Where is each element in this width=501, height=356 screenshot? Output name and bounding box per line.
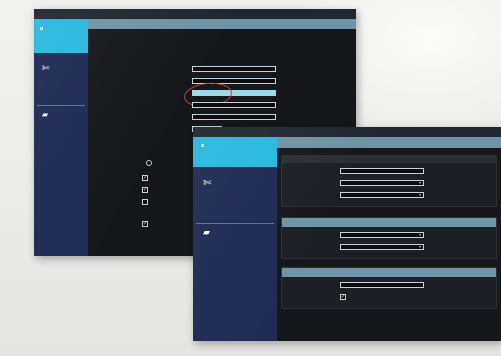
back-page-title xyxy=(96,21,140,26)
back-sidebar-heading-2 xyxy=(54,112,84,117)
front-brand-block xyxy=(193,137,277,167)
back-radio-button[interactable] xyxy=(146,160,152,166)
front-sidebar-link[interactable] xyxy=(203,211,257,215)
front-sidebar-link[interactable] xyxy=(203,199,261,203)
front-form-label xyxy=(290,181,326,186)
back-checkbox-label xyxy=(152,176,196,181)
front-section-3-head xyxy=(282,268,496,277)
front-page-bar xyxy=(277,137,501,148)
front-top-bar xyxy=(193,127,501,137)
checkmark-icon: ✓ xyxy=(143,221,148,227)
front-form-label xyxy=(290,233,326,238)
front-section-1-head xyxy=(282,156,496,163)
back-form-label xyxy=(130,127,174,132)
front-section-2-head xyxy=(282,218,496,227)
back-sidebar-link[interactable] xyxy=(42,90,82,94)
back-sidebar-link[interactable] xyxy=(42,129,82,133)
front-sidebar-heading-1 xyxy=(217,181,257,186)
back-form-label xyxy=(130,91,174,96)
front-sidebar-link[interactable] xyxy=(203,193,267,197)
brand-logo-icon xyxy=(40,27,43,30)
front-sidebar-divider xyxy=(196,223,274,224)
front-section-1: ▾ ▾ xyxy=(281,155,497,207)
back-form-label xyxy=(130,67,174,72)
back-sidebar-link[interactable] xyxy=(42,78,84,82)
user-icon: ▰ xyxy=(42,110,49,119)
back-brand-title xyxy=(47,25,83,30)
front-section-2-title xyxy=(287,220,327,225)
back-checkbox[interactable]: ✓ xyxy=(142,187,148,193)
front-sidebar-link[interactable] xyxy=(203,205,255,209)
back-radio-label xyxy=(156,161,190,166)
front-sidebar-link[interactable] xyxy=(203,255,233,259)
front-sidebar-link[interactable] xyxy=(203,249,263,253)
checkmark-icon: ✓ xyxy=(143,175,148,181)
back-tab-1[interactable] xyxy=(134,11,172,17)
back-sidebar-divider xyxy=(37,105,85,106)
back-form-label xyxy=(130,150,170,155)
back-sidebar-link[interactable] xyxy=(42,135,78,139)
tools-icon: ✄ xyxy=(42,64,50,74)
back-checkbox[interactable]: ✓ xyxy=(142,175,148,181)
back-sidebar-link[interactable] xyxy=(42,123,84,127)
back-form-label xyxy=(130,103,174,108)
back-sidebar: ✄ ▰ xyxy=(34,19,88,256)
chevron-down-icon: ▾ xyxy=(418,180,421,185)
back-form-label xyxy=(130,115,174,120)
front-select[interactable]: ▾ xyxy=(340,192,424,198)
front-text-field[interactable] xyxy=(340,282,424,288)
back-sidebar-link[interactable] xyxy=(42,84,82,88)
front-checkbox[interactable]: ✓ xyxy=(340,294,346,300)
back-checkbox[interactable] xyxy=(142,199,148,205)
back-tab-2[interactable] xyxy=(186,11,220,17)
back-brand-block xyxy=(34,19,88,53)
tools-icon: ✄ xyxy=(203,178,212,189)
back-checkbox[interactable]: ✓ xyxy=(142,221,148,227)
back-form-label xyxy=(130,139,170,144)
front-tab-3[interactable] xyxy=(393,129,431,135)
back-tab-3[interactable] xyxy=(230,11,264,17)
back-form-label xyxy=(130,79,174,84)
back-checkbox-label xyxy=(152,200,196,205)
front-select[interactable]: ▾ xyxy=(340,244,424,250)
front-form-label xyxy=(290,283,326,288)
back-top-bar xyxy=(34,9,356,19)
front-sidebar: ✄ ▰ xyxy=(193,137,277,341)
front-section-3: ✓ xyxy=(281,267,497,309)
front-tab-2[interactable] xyxy=(341,129,375,135)
front-form-label xyxy=(290,245,326,250)
chevron-down-icon: ▾ xyxy=(418,192,421,197)
user-icon: ▰ xyxy=(203,228,210,238)
back-text-field[interactable] xyxy=(192,102,276,108)
front-form-label xyxy=(290,169,326,174)
front-screen: ✄ ▰ ▾ ▾ ▾ ▾ ✓ xyxy=(193,127,501,341)
back-checkbox-label xyxy=(152,188,196,193)
back-tab-4[interactable] xyxy=(274,11,316,17)
brand-logo-icon xyxy=(201,144,204,147)
checkmark-icon: ✓ xyxy=(341,294,346,300)
front-page-title xyxy=(285,139,325,144)
back-text-field[interactable] xyxy=(192,114,276,120)
back-text-field[interactable] xyxy=(192,66,276,72)
chevron-down-icon: ▾ xyxy=(418,232,421,237)
front-form-label xyxy=(290,193,326,198)
checkmark-icon: ✓ xyxy=(143,187,148,193)
front-select[interactable]: ▾ xyxy=(340,180,424,186)
back-brand-subtitle xyxy=(39,35,83,40)
front-main: ▾ ▾ ▾ ▾ ✓ xyxy=(277,137,501,341)
front-brand-subtitle xyxy=(201,151,265,156)
front-sidebar-link[interactable] xyxy=(203,243,267,247)
back-sidebar-heading-1 xyxy=(54,66,84,71)
front-select[interactable]: ▾ xyxy=(340,232,424,238)
front-sidebar-heading-2 xyxy=(217,231,257,236)
front-tab-1[interactable] xyxy=(289,129,323,135)
front-section-3-title xyxy=(287,270,327,275)
front-section-2: ▾ ▾ xyxy=(281,217,497,259)
back-page-bar xyxy=(88,19,356,29)
front-checkbox-label xyxy=(290,295,326,300)
chevron-down-icon: ▾ xyxy=(418,244,421,249)
front-text-field[interactable] xyxy=(340,168,424,174)
front-brand-title xyxy=(208,142,258,147)
